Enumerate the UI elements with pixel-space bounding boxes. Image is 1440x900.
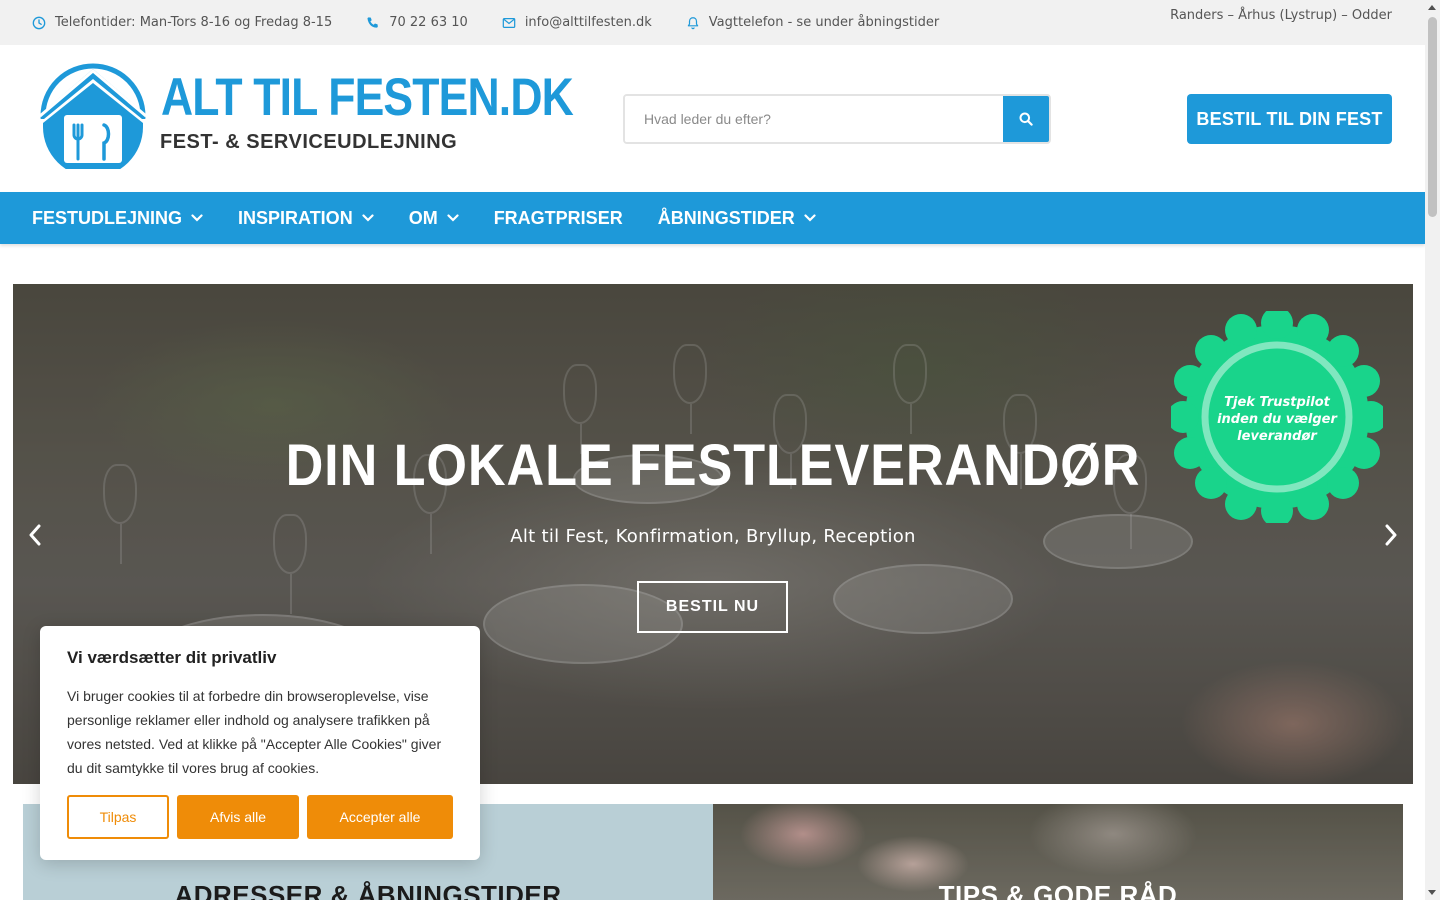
cookie-consent-dialog: Vi værdsætter dit privatliv Vi bruger co… (40, 626, 480, 860)
nav-item-label: OM (408, 207, 438, 228)
scrollbar-thumb[interactable] (1428, 17, 1437, 217)
cookie-text: Vi bruger cookies til at forbedre din br… (67, 688, 442, 776)
email-info[interactable]: info@alttilfesten.dk (502, 15, 652, 30)
phone-icon (367, 16, 379, 28)
emergency-text: Vagttelefon - se under åbningstider (708, 15, 940, 30)
emergency-info: Vagttelefon - se under åbningstider (686, 15, 939, 30)
order-party-button[interactable]: BESTIL TIL DIN FEST (1187, 94, 1392, 144)
locations-text: Randers – Århus (Lystrup) – Odder (1170, 8, 1392, 23)
search-button[interactable] (1003, 96, 1049, 142)
nav-item-label: FRAGTPRISER (493, 207, 623, 228)
logo-tagline: FEST- & SERVICEUDLEJNING (160, 131, 458, 153)
top-info-bar: Telefontider: Man-Tors 8-16 og Fredag 8-… (0, 0, 1425, 45)
main-nav: FESTUDLEJNING INSPIRATION OM FRAGTPRISER… (0, 192, 1425, 244)
phone-hours-info: Telefontider: Man-Tors 8-16 og Fredag 8-… (32, 15, 332, 30)
nav-item-om[interactable]: OM (409, 208, 459, 229)
hero-headline: DIN LOKALE FESTLEVERANDØR (285, 433, 1141, 498)
scroll-down-arrow[interactable] (1428, 890, 1436, 895)
order-now-button[interactable]: BESTIL NU (637, 581, 788, 633)
nav-item-fragtpriser[interactable]: FRAGTPRISER (494, 208, 623, 229)
chevron-down-icon (191, 214, 203, 222)
logo-house-icon (40, 63, 146, 169)
cookie-buttons: Tilpas Afvis alle Accepter alle (67, 795, 453, 839)
search-icon (1019, 112, 1033, 126)
tips-tile-title: TIPS & GODE RÅD (938, 880, 1178, 900)
nav-item-festudlejning[interactable]: FESTUDLEJNING (32, 208, 203, 229)
chevron-right-icon (1385, 524, 1397, 546)
cookie-reject-button[interactable]: Afvis alle (177, 795, 299, 839)
tips-tile[interactable]: TIPS & GODE RÅD (713, 804, 1403, 900)
phone-info[interactable]: 70 22 63 10 (366, 15, 468, 30)
cookie-accept-button[interactable]: Accepter alle (307, 795, 453, 839)
cookie-customize-button[interactable]: Tilpas (67, 795, 169, 839)
search-form (623, 94, 1051, 144)
bell-icon (687, 16, 699, 29)
phone-hours-text: Telefontider: Man-Tors 8-16 og Fredag 8-… (55, 15, 333, 30)
chevron-down-icon (362, 214, 374, 222)
page-scrollbar[interactable] (1425, 0, 1440, 900)
scroll-up-arrow[interactable] (1428, 5, 1436, 10)
nav-item-label: INSPIRATION (238, 207, 353, 228)
site-logo[interactable]: ALT TIL FESTEN.DK FEST- & SERVICEUDLEJNI… (40, 63, 574, 169)
slider-next-button[interactable] (1378, 520, 1404, 550)
nav-item-label: FESTUDLEJNING (32, 207, 183, 228)
nav-item-abningstider[interactable]: ÅBNINGSTIDER (658, 208, 816, 229)
trustpilot-badge-text: Tjek Trustpilot inden du vælger leverand… (1217, 395, 1337, 444)
trustpilot-badge[interactable]: Tjek Trustpilot inden du vælger leverand… (1167, 307, 1387, 527)
search-input[interactable] (625, 96, 1003, 142)
addresses-tile-title: ADRESSER & ÅBNINGSTIDER (174, 880, 562, 900)
cookie-title: Vi værdsætter dit privatliv (67, 648, 277, 667)
nav-item-inspiration[interactable]: INSPIRATION (238, 208, 374, 229)
site-header: ALT TIL FESTEN.DK FEST- & SERVICEUDLEJNI… (0, 45, 1425, 192)
logo-brand-text: ALT TIL FESTEN.DK (161, 68, 574, 127)
phone-number[interactable]: 70 22 63 10 (389, 15, 468, 30)
chevron-down-icon (804, 214, 816, 222)
nav-item-label: ÅBNINGSTIDER (657, 207, 795, 228)
hero-subheadline: Alt til Fest, Konfirmation, Bryllup, Rec… (510, 526, 916, 547)
clock-icon (32, 16, 46, 29)
slider-prev-button[interactable] (22, 520, 48, 550)
email-link[interactable]: info@alttilfesten.dk (525, 15, 652, 30)
chevron-left-icon (29, 524, 41, 546)
envelope-icon (502, 17, 516, 28)
chevron-down-icon (447, 214, 459, 222)
